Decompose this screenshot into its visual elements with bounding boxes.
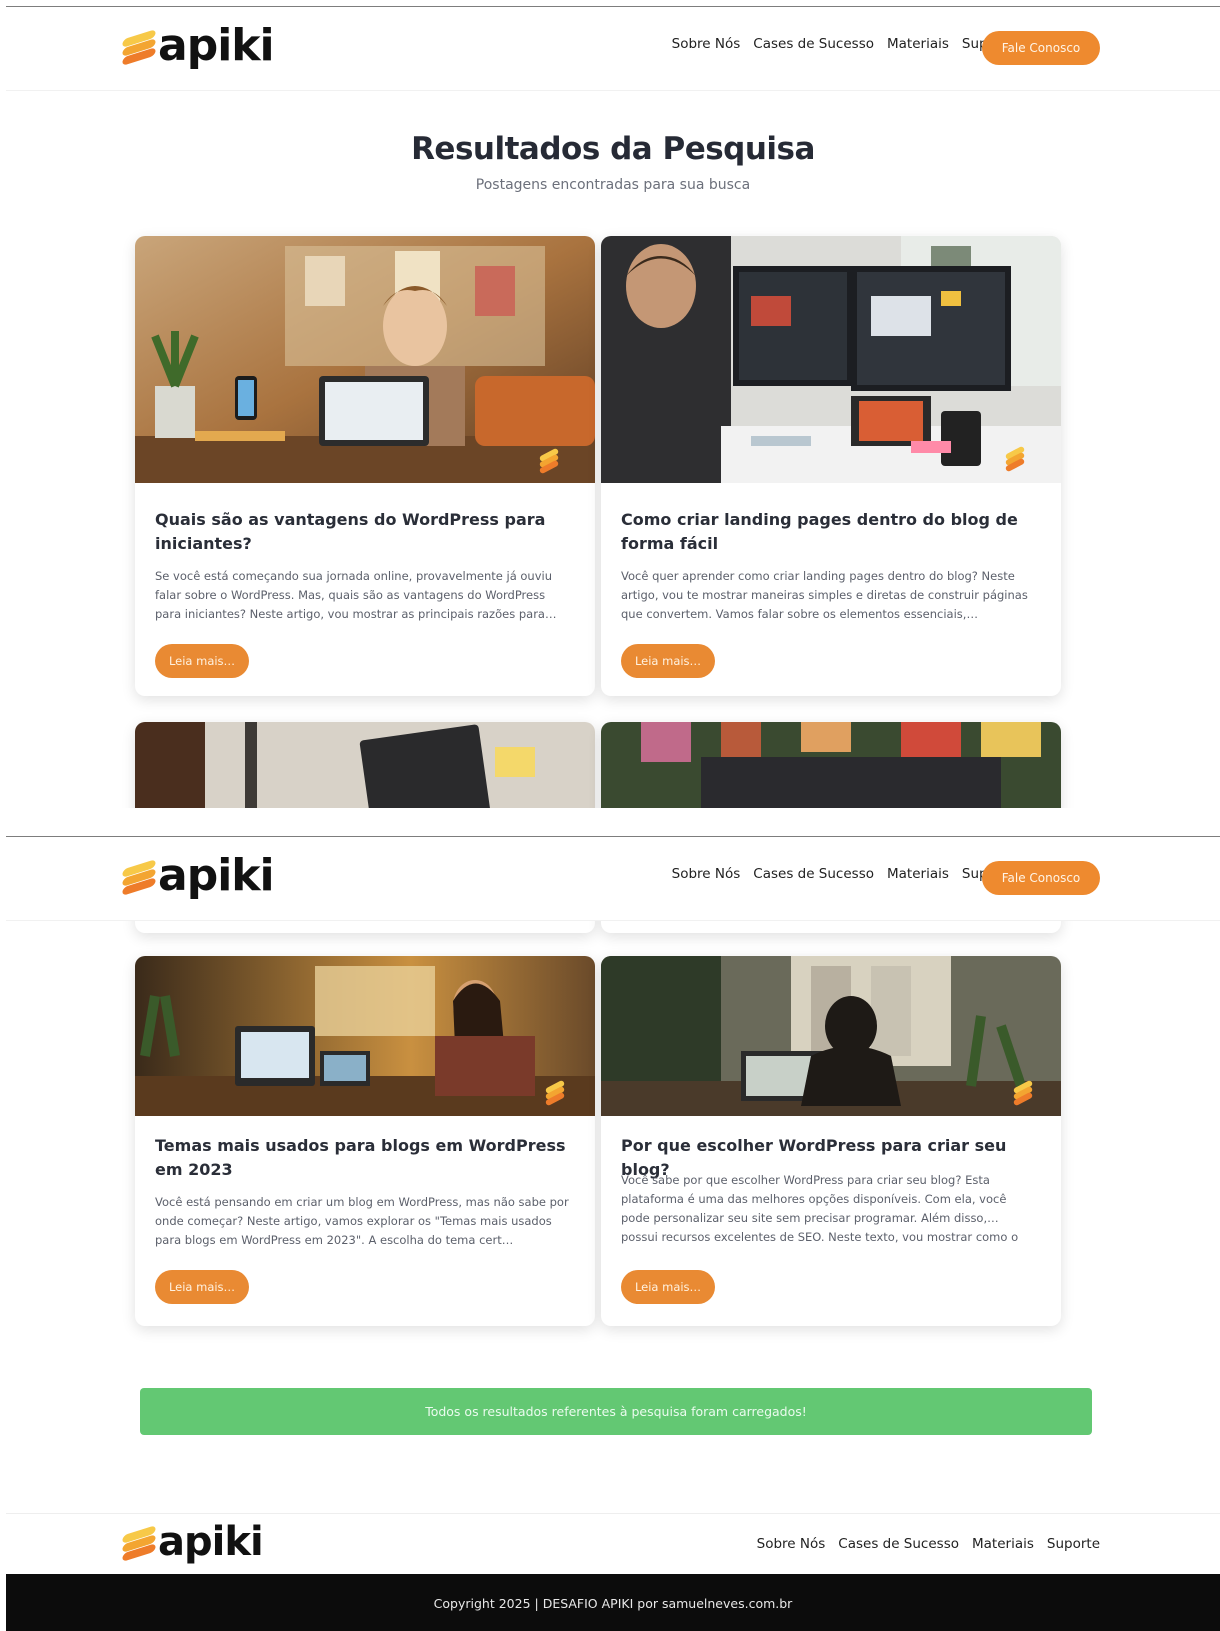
logo-mark-icon xyxy=(122,858,156,896)
nav-item-sobre-nos[interactable]: Sobre Nós xyxy=(672,866,741,882)
copyright-bar: Copyright 2025 | DESAFIO APIKI por samue… xyxy=(6,1574,1220,1631)
post-excerpt: Você sabe por que escolher WordPress par… xyxy=(621,1173,1019,1244)
post-card xyxy=(601,722,1061,808)
footer-logo[interactable]: apiki xyxy=(122,1519,264,1565)
site-footer: apiki Sobre Nós Cases de Sucesso Materia… xyxy=(6,1513,1220,1573)
contact-button[interactable]: Fale Conosco xyxy=(982,31,1100,65)
post-card xyxy=(135,722,595,808)
post-thumbnail[interactable] xyxy=(135,236,595,483)
thumbnail-logo-icon xyxy=(1004,445,1027,473)
logo-mark-icon xyxy=(122,1524,156,1562)
post-thumbnail[interactable] xyxy=(135,722,595,808)
read-more-button[interactable]: Leia mais… xyxy=(621,644,715,678)
post-excerpt: Você quer aprender como criar landing pa… xyxy=(621,569,1028,621)
post-thumbnail[interactable] xyxy=(601,956,1061,1116)
post-thumbnail[interactable] xyxy=(135,956,595,1116)
screenshot-bottom: apiki Sobre Nós Cases de Sucesso Materia… xyxy=(6,836,1220,1631)
contact-button[interactable]: Fale Conosco xyxy=(982,861,1100,895)
nav-item-cases[interactable]: Cases de Sucesso xyxy=(753,36,874,52)
read-more-button[interactable]: Leia mais… xyxy=(155,1270,249,1304)
nav-item-cases[interactable]: Cases de Sucesso xyxy=(753,866,874,882)
results-loaded-alert: Todos os resultados referentes à pesquis… xyxy=(140,1388,1092,1435)
footer-nav-item-cases[interactable]: Cases de Sucesso xyxy=(838,1536,959,1552)
footer-nav-item-sobre-nos[interactable]: Sobre Nós xyxy=(757,1536,826,1552)
site-logo[interactable]: apiki xyxy=(122,20,275,71)
page-subtitle: Postagens encontradas para sua busca xyxy=(475,177,751,193)
footer-nav: Sobre Nós Cases de Sucesso Materiais Sup… xyxy=(757,1536,1100,1552)
site-header: apiki Sobre Nós Cases de Sucesso Materia… xyxy=(6,837,1220,921)
post-title[interactable]: Quais são as vantagens do WordPress para… xyxy=(155,508,571,556)
site-header: apiki Sobre Nós Cases de Sucesso Materia… xyxy=(6,7,1220,91)
post-excerpt: Se você está começando sua jornada onlin… xyxy=(155,569,557,621)
nav-item-sobre-nos[interactable]: Sobre Nós xyxy=(672,36,741,52)
logo-mark-icon xyxy=(122,28,156,66)
post-title[interactable]: Temas mais usados para blogs em WordPres… xyxy=(155,1134,571,1182)
post-thumbnail[interactable] xyxy=(601,722,1061,808)
thumbnail-logo-icon xyxy=(544,1079,567,1107)
thumbnail-logo-icon xyxy=(538,447,561,475)
post-excerpt: Você está pensando em criar um blog em W… xyxy=(155,1195,569,1247)
post-title[interactable]: Como criar landing pages dentro do blog … xyxy=(621,508,1037,556)
logo-text: apiki xyxy=(158,850,275,901)
site-logo[interactable]: apiki xyxy=(122,850,275,901)
nav-item-materiais[interactable]: Materiais xyxy=(887,866,949,882)
page-title: Resultados da Pesquisa xyxy=(411,131,815,167)
post-card: Como criar landing pages dentro do blog … xyxy=(601,236,1061,696)
footer-nav-item-materiais[interactable]: Materiais xyxy=(972,1536,1034,1552)
thumbnail-logo-icon xyxy=(1012,1079,1035,1107)
post-thumbnail[interactable] xyxy=(601,236,1061,483)
screenshot-top: apiki Sobre Nós Cases de Sucesso Materia… xyxy=(6,6,1220,808)
logo-text: apiki xyxy=(158,1519,264,1565)
nav-item-materiais[interactable]: Materiais xyxy=(887,36,949,52)
post-card: Por que escolher WordPress para criar se… xyxy=(601,956,1061,1326)
read-more-button[interactable]: Leia mais… xyxy=(155,644,249,678)
read-more-button[interactable]: Leia mais… xyxy=(621,1270,715,1304)
post-card: Temas mais usados para blogs em WordPres… xyxy=(135,956,595,1326)
post-card: Quais são as vantagens do WordPress para… xyxy=(135,236,595,696)
logo-text: apiki xyxy=(158,20,275,71)
footer-nav-item-suporte[interactable]: Suporte xyxy=(1047,1536,1100,1552)
